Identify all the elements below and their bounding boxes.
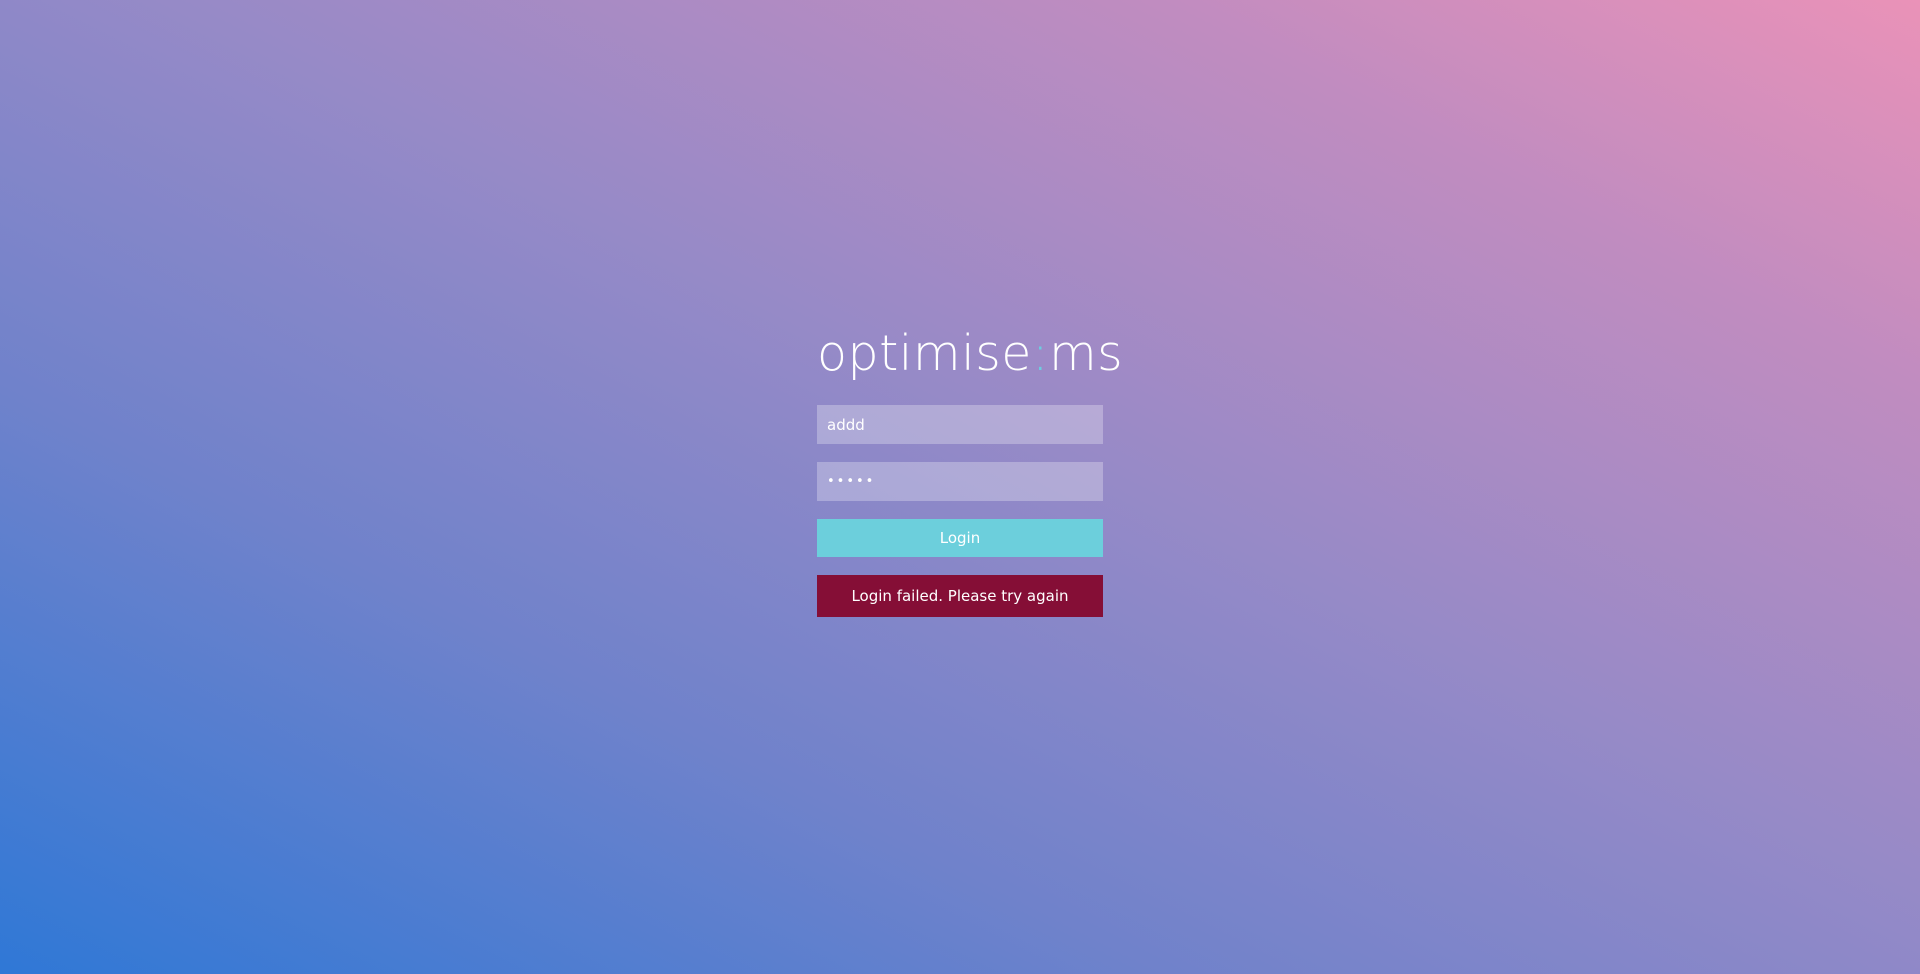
password-field[interactable]: ••••• <box>817 462 1103 501</box>
logo-text-main: optimise <box>817 325 1032 382</box>
login-panel: optimise:ms addd ••••• Login Login faile… <box>817 325 1123 617</box>
error-banner: Login failed. Please try again <box>817 575 1103 617</box>
login-page: { "logo": { "text_before": "optimise", "… <box>0 0 1920 974</box>
logo-text-suffix: ms <box>1048 325 1124 382</box>
app-logo: optimise:ms <box>817 325 1123 398</box>
username-field[interactable]: addd <box>817 405 1103 444</box>
error-message: Login failed. Please try again <box>851 587 1069 605</box>
username-value: addd <box>827 415 865 434</box>
login-button-label: Login <box>939 529 981 547</box>
logo-separator: : <box>1031 325 1049 382</box>
password-value: ••••• <box>827 474 876 489</box>
login-button[interactable]: Login <box>817 519 1103 557</box>
